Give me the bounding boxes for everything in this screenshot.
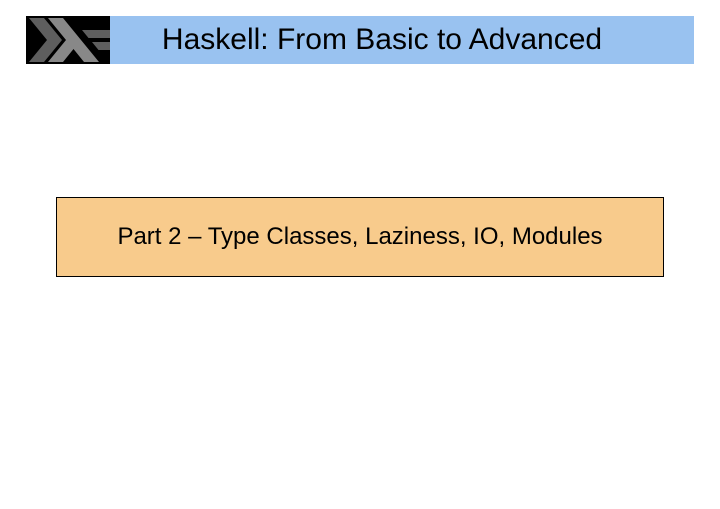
title-bar: Haskell: From Basic to Advanced [26, 16, 694, 64]
subtitle-box: Part 2 – Type Classes, Laziness, IO, Mod… [56, 197, 664, 277]
slide-subtitle: Part 2 – Type Classes, Laziness, IO, Mod… [117, 223, 602, 251]
slide-title: Haskell: From Basic to Advanced [110, 23, 694, 57]
haskell-logo-icon [26, 16, 110, 64]
